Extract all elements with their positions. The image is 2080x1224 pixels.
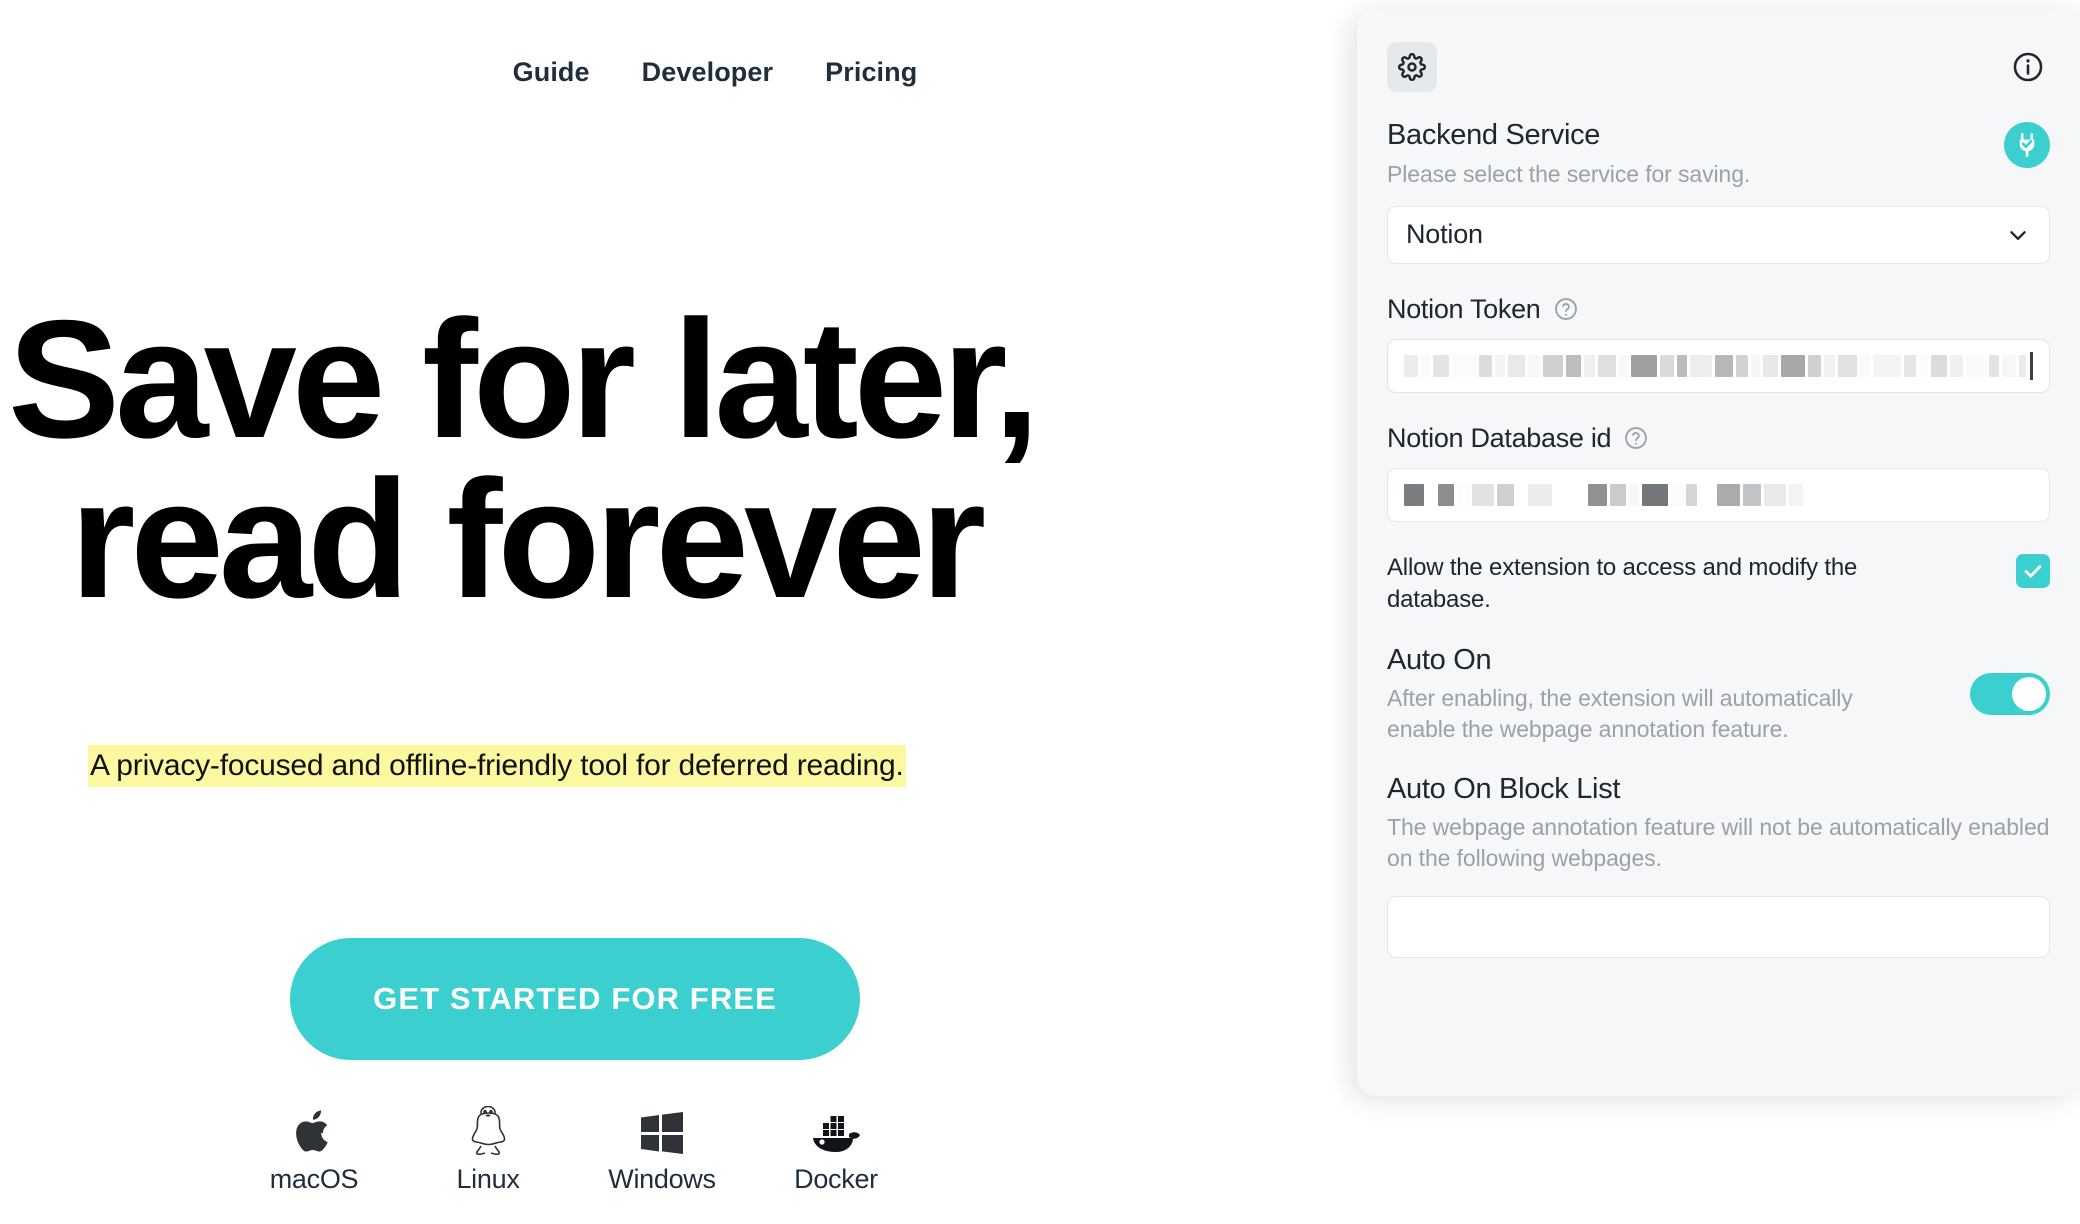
allow-database-access-row: Allow the extension to access and modify… [1387,552,2050,617]
platform-label-windows: Windows [608,1164,716,1194]
cta-container: GET STARTED FOR FREE [0,938,1150,1060]
auto-on-block-list-section: Auto On Block List The webpage annotatio… [1387,772,2050,959]
platform-item-macos[interactable]: macOS [254,1108,374,1195]
platform-item-windows[interactable]: Windows [602,1108,722,1195]
hero-title-line-2: read forever [70,444,986,633]
page-title: Save for later, read forever [0,285,1160,633]
auto-on-description: After enabling, the extension will autom… [1387,685,1853,743]
hero-subtitle: A privacy-focused and offline-friendly t… [0,745,1160,788]
hero-section: Save for later, read forever A privacy-f… [0,285,1160,788]
hero-title-line-1: Save for later, [8,285,1040,473]
nav-link-pricing[interactable]: Pricing [825,57,917,88]
notion-token-field-group: Notion Token [1387,294,2050,393]
allow-database-access-checkbox[interactable] [2016,553,2050,588]
chevron-down-icon [2005,222,2031,248]
gear-icon[interactable] [1387,42,1437,92]
nav-link-developer[interactable]: Developer [642,57,773,88]
notion-database-id-redacted-value [1404,482,2033,508]
backend-service-select[interactable]: Notion [1387,205,2050,264]
auto-on-toggle[interactable] [1970,673,2050,716]
notion-database-id-field-group: Notion Database id [1387,423,2050,522]
docker-whale-icon [809,1108,863,1156]
hero-subtitle-text: A privacy-focused and offline-friendly t… [88,745,906,788]
info-circle-icon[interactable] [2006,45,2050,89]
platform-label-docker: Docker [794,1164,878,1194]
screen: Guide Developer Pricing Save for later, … [0,0,2080,1224]
backend-service-description: Please select the service for saving. [1387,160,1751,187]
notion-database-id-input[interactable] [1387,467,2050,522]
site-navigation: Guide Developer Pricing [0,42,1430,102]
platform-label-linux: Linux [456,1164,520,1194]
plug-check-icon [2004,122,2050,168]
notion-token-input[interactable] [1387,338,2050,393]
nav-link-guide[interactable]: Guide [513,57,590,88]
platform-item-docker[interactable]: Docker [776,1108,896,1195]
backend-service-title: Backend Service [1387,119,1601,151]
notion-database-id-label: Notion Database id [1387,422,1612,453]
allow-database-access-label: Allow the extension to access and modify… [1387,553,1858,614]
notion-token-label: Notion Token [1387,293,1541,324]
apple-icon [293,1108,335,1156]
auto-on-title: Auto On [1387,643,1492,676]
notion-token-redacted-value [1404,353,2026,379]
linux-penguin-icon [466,1106,510,1156]
windows-icon [639,1108,685,1156]
question-circle-icon[interactable] [1623,425,1649,451]
panel-toolbar [1387,42,2050,92]
extension-settings-panel: Backend Service Please select the servic… [1357,10,2080,1096]
platform-download-list: macOS Linux Windows Docker [0,1106,1150,1195]
platform-label-macos: macOS [269,1164,359,1194]
backend-service-section: Backend Service Please select the servic… [1387,118,2050,264]
auto-on-block-list-description: The webpage annotation feature will not … [1387,814,2050,872]
platform-item-linux[interactable]: Linux [428,1106,548,1195]
auto-on-block-list-input[interactable] [1387,896,2050,959]
question-circle-icon[interactable] [1553,296,1579,322]
get-started-button[interactable]: GET STARTED FOR FREE [290,938,860,1060]
text-cursor [2030,351,2033,380]
backend-service-selected-value: Notion [1406,219,1483,250]
auto-on-row: Auto On After enabling, the extension wi… [1387,643,2050,746]
auto-on-toggle-knob [2012,677,2046,712]
auto-on-block-list-title: Auto On Block List [1387,772,1621,805]
